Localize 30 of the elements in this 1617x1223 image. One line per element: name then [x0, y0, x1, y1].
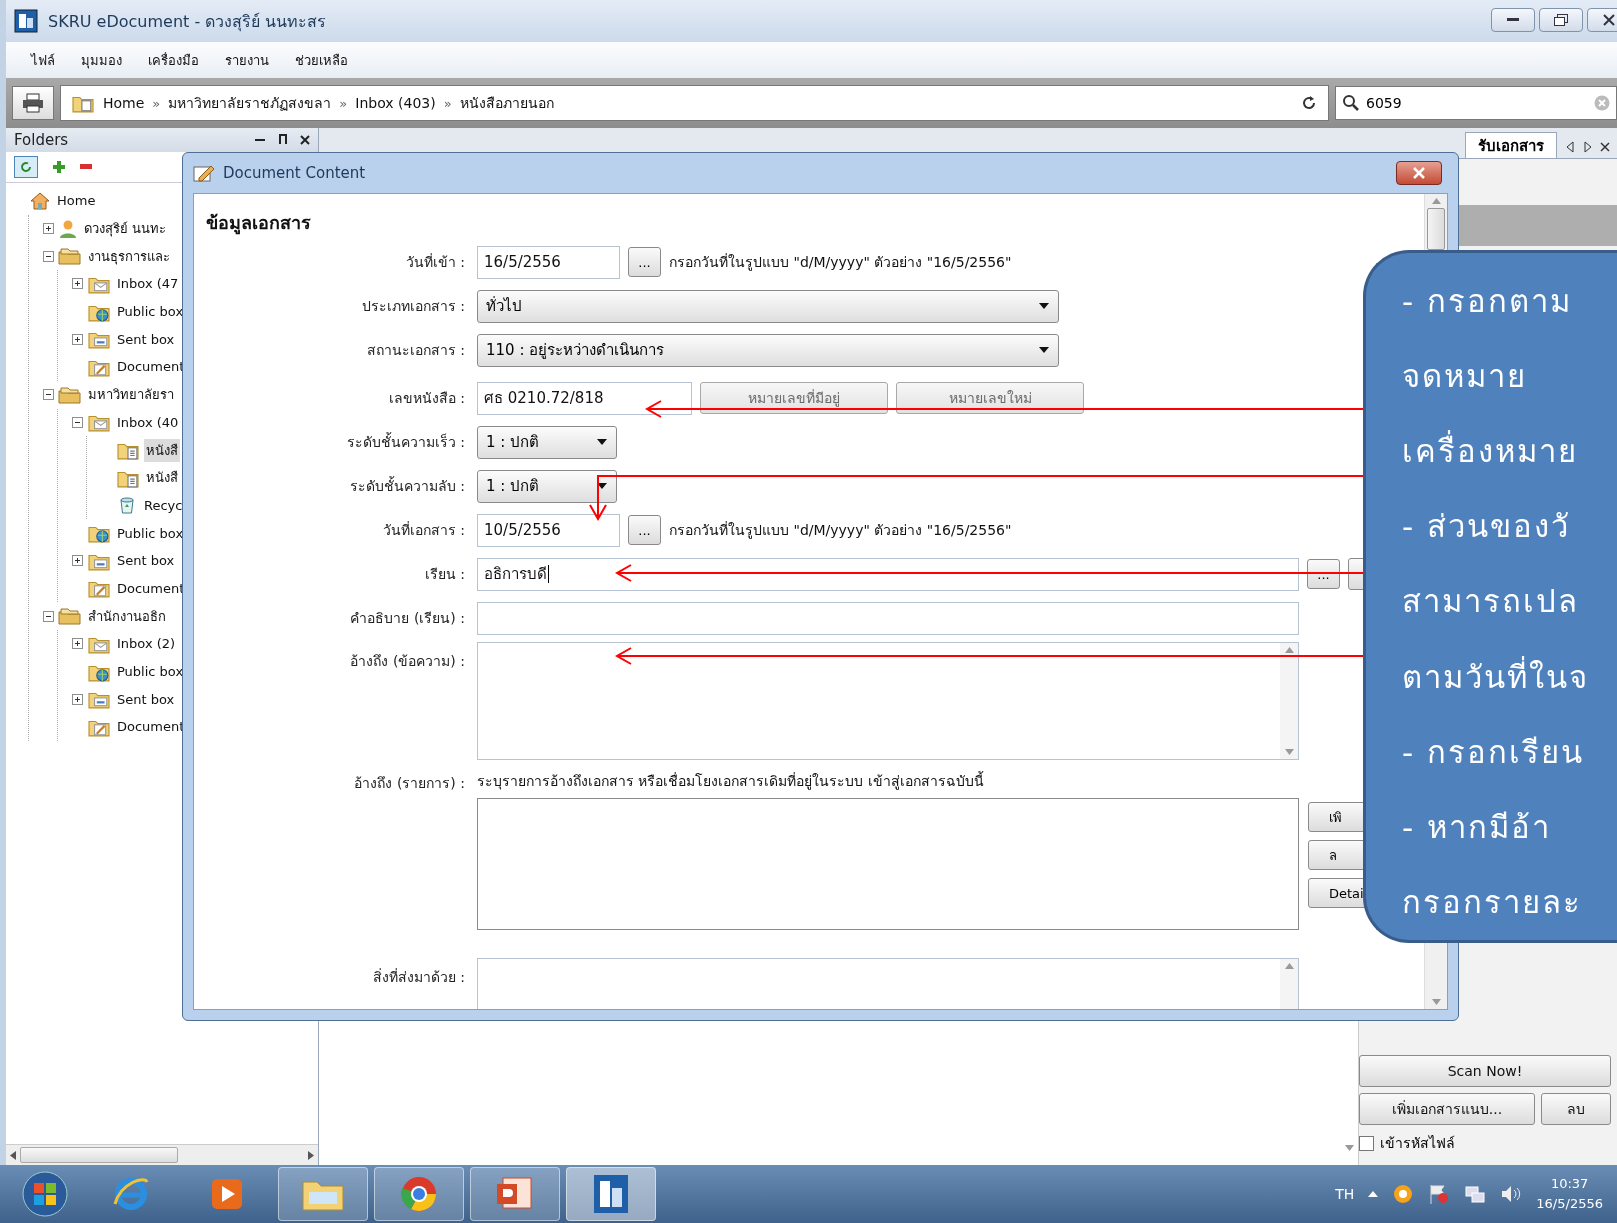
field-label: ประเภทเอกสาร :	[360, 297, 465, 316]
field-label: สิ่งที่ส่งมาด้วย :	[371, 967, 465, 987]
hint-text: กรอกวันที่ในรูปแบบ "d/M/yyyy" ตัวอย่าง "16/5/2556"	[669, 520, 1012, 541]
field-label: เลขหนังสือ :	[387, 389, 465, 408]
callout-text: ตามวันที่ในจ	[1402, 655, 1590, 697]
field-label: เรียน :	[423, 565, 465, 584]
panel-title: Folders	[14, 131, 69, 149]
breadcrumb-separator: »	[152, 95, 161, 111]
checkbox-label: เข้ารหัสไฟล์	[1380, 1134, 1455, 1153]
callout-text: - ส่วนของวั	[1402, 507, 1572, 547]
field-label: วันที่เอกสาร :	[381, 520, 465, 540]
hint-text: กรอกวันที่ในรูปแบบ "d/M/yyyy" ตัวอย่าง "16/5/2556"	[669, 252, 1012, 273]
field-label: คำอธิบาย (เรียน) :	[349, 609, 465, 628]
field-label: ระดับชั้นความลับ :	[348, 475, 465, 496]
field-label: อ้างถึง (รายการ) :	[353, 774, 465, 793]
window-title: SKRU eDocument - ดวงสุริย์ นนทะสร	[48, 10, 327, 34]
dialog-title: Document Content	[223, 164, 366, 182]
field-label: ระดับชั้นความเร็ว :	[345, 431, 465, 452]
field-label: วันที่เข้า :	[404, 252, 465, 272]
breadcrumb-separator: »	[339, 95, 348, 111]
callout-text: เครื่องหมาย	[1402, 413, 1617, 489]
field-label: สถานะเอกสาร :	[365, 341, 465, 360]
breadcrumb-separator: »	[443, 95, 452, 111]
callout-text: - กรอกตาม	[1402, 281, 1574, 321]
hint-text: ระบุรายการอ้างถึงเอกสาร หรือเชื่อมโยงเอกสารเดิมที่อยู่ในระบบ เข้าสู่เอกสารฉบับนี้	[477, 770, 985, 792]
callout-text: จดหมาย	[1402, 356, 1528, 396]
section-heading: ข้อมูลเอกสาร	[205, 210, 312, 237]
callout-text: - กรอกเรียน	[1402, 732, 1586, 772]
callout-text: สามารถเปล	[1402, 582, 1580, 622]
field-label: อ้างถึง (ข้อความ) :	[349, 652, 465, 671]
